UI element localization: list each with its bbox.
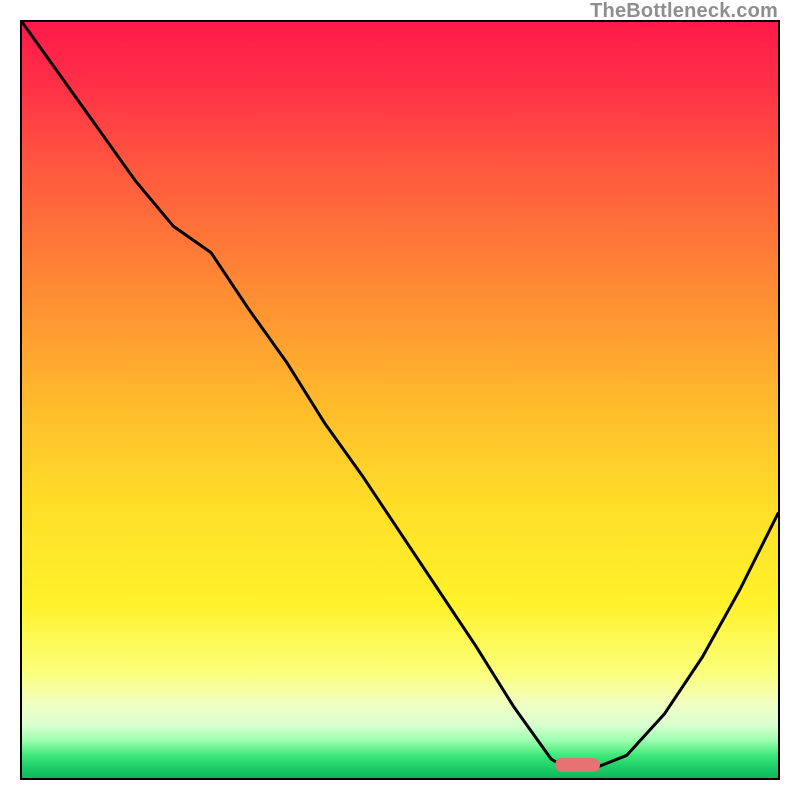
optimal-range-marker xyxy=(555,758,600,772)
bottleneck-curve xyxy=(22,22,778,778)
curve-path xyxy=(22,22,778,770)
chart-frame xyxy=(20,20,780,780)
